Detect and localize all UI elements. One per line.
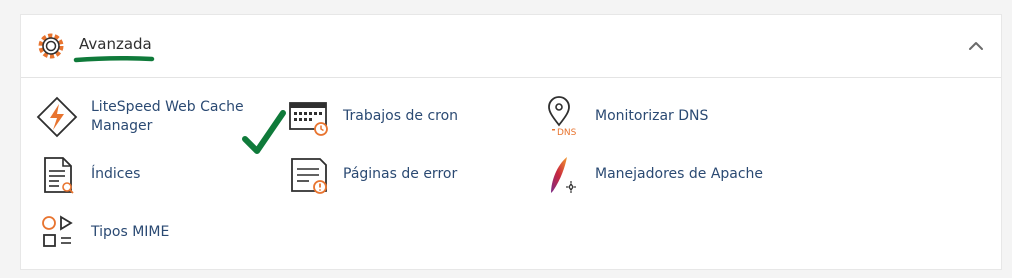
indexes-document-icon: [44, 157, 74, 194]
item-litespeed-web-cache-manager[interactable]: LiteSpeed Web Cache Manager: [35, 95, 245, 143]
dns-pin-icon: DNS: [548, 96, 577, 138]
item-label: Monitorizar DNS: [595, 108, 709, 124]
item-label: LiteSpeed Web Cache: [91, 99, 244, 115]
section-header[interactable]: Avanzada: [21, 15, 1001, 78]
apache-feather-icon: [551, 157, 576, 193]
gear-icon: [38, 33, 64, 59]
item-apache-handlers[interactable]: Manejadores de Apache: [539, 153, 769, 197]
item-cron-jobs[interactable]: Trabajos de cron: [287, 95, 467, 139]
error-page-icon: [291, 158, 327, 194]
item-label: Tipos MIME: [91, 224, 170, 240]
item-label: Manejadores de Apache: [595, 166, 764, 182]
cron-calendar-icon: [289, 102, 328, 136]
item-error-pages[interactable]: Páginas de error: [287, 153, 467, 197]
chevron-up-icon[interactable]: [967, 37, 985, 55]
item-mime-types[interactable]: Tipos MIME: [35, 211, 185, 255]
dns-icon-text: DNS: [557, 128, 577, 138]
green-underline-annotation: [73, 55, 155, 63]
item-label: Trabajos de cron: [343, 108, 459, 124]
section-title: Avanzada: [79, 35, 152, 53]
item-label: Manager: [91, 118, 153, 134]
green-checkmark-annotation: [242, 110, 286, 154]
item-dns-monitor[interactable]: DNS Monitorizar DNS: [539, 95, 719, 139]
item-indexes[interactable]: Índices: [35, 153, 185, 197]
item-label: Páginas de error: [343, 166, 458, 182]
litespeed-icon: [36, 96, 78, 138]
item-label: Índices: [91, 166, 141, 182]
advanced-section-panel: Avanzada LiteSpeed Web Cache Manager Tra: [20, 14, 1002, 270]
mime-types-icon: [42, 215, 73, 247]
